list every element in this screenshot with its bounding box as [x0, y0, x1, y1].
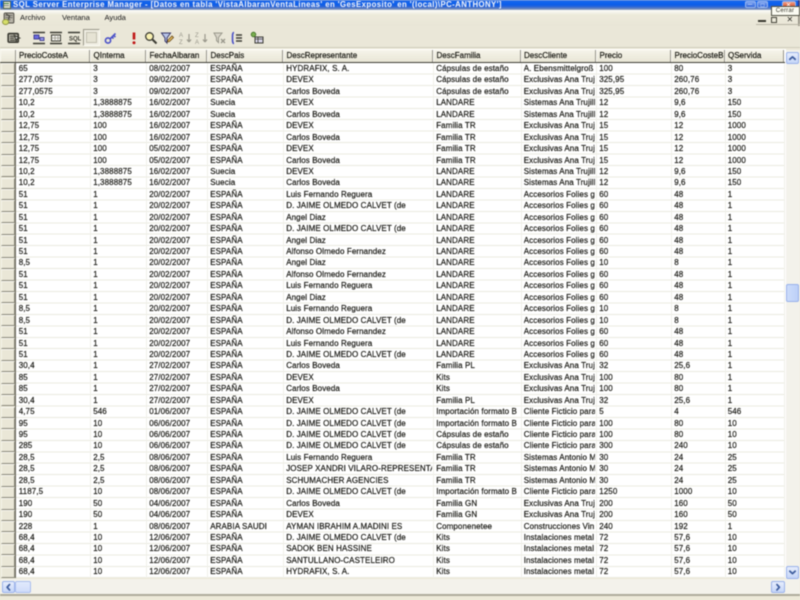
svg-text:Z: Z [195, 33, 199, 39]
svg-text:SQL: SQL [69, 36, 81, 42]
svg-text:Z: Z [179, 40, 183, 45]
svg-text:A: A [179, 33, 183, 39]
svg-text:A: A [195, 40, 199, 45]
